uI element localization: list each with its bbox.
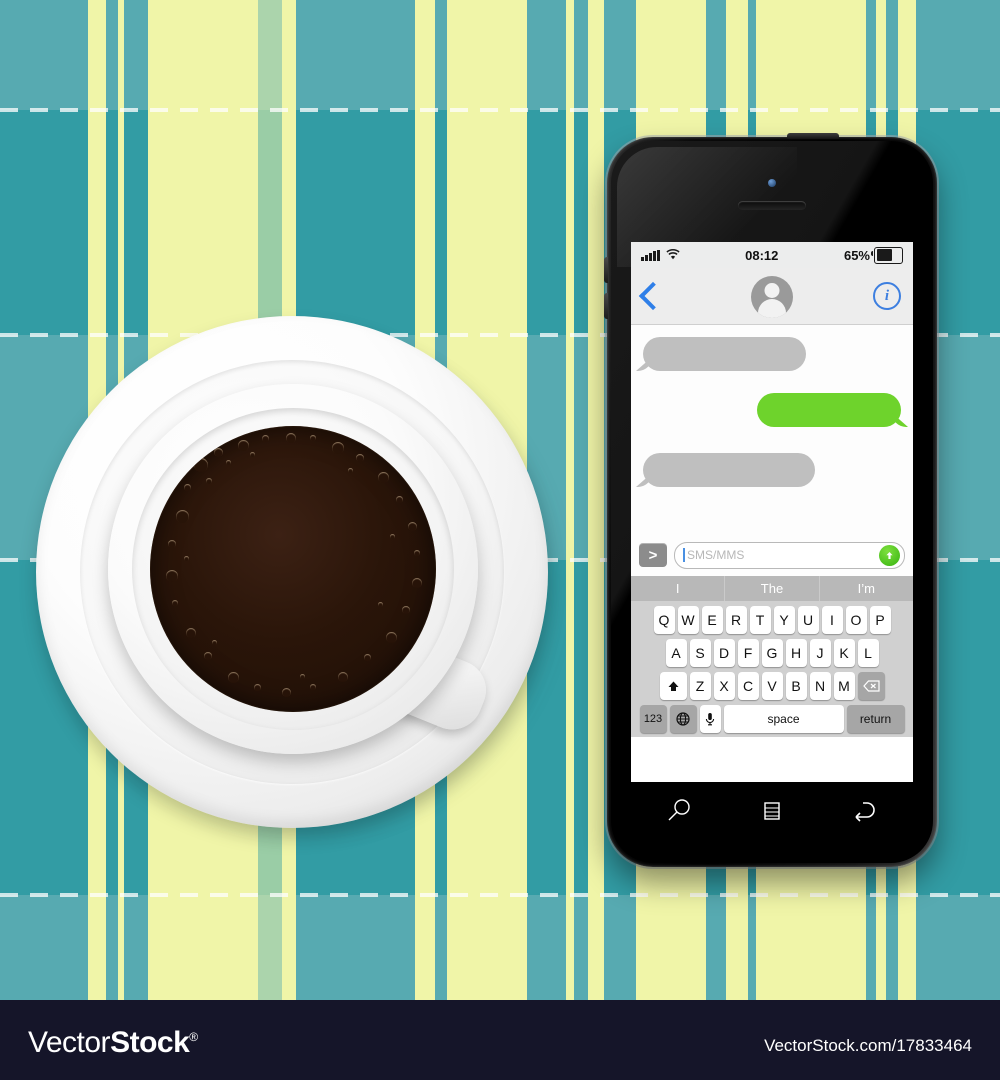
avatar[interactable] bbox=[751, 276, 793, 318]
crema-ring bbox=[150, 426, 436, 712]
plaid-dash-line bbox=[0, 108, 1000, 112]
key-q[interactable]: Q bbox=[653, 606, 675, 634]
volume-up-button[interactable] bbox=[604, 257, 608, 283]
key-r[interactable]: R bbox=[725, 606, 747, 634]
key-t[interactable]: T bbox=[749, 606, 771, 634]
scene-root: 08:12 65% i > SMS/MMS I The I’m Q W E R … bbox=[0, 0, 1000, 1080]
return-key[interactable]: return bbox=[846, 705, 905, 733]
key-c[interactable]: C bbox=[737, 672, 759, 700]
message-bubble-outgoing bbox=[757, 393, 901, 427]
key-z[interactable]: Z bbox=[689, 672, 711, 700]
brand-mark: ® bbox=[189, 1030, 198, 1044]
key-y[interactable]: Y bbox=[773, 606, 795, 634]
key-g[interactable]: G bbox=[761, 639, 783, 667]
hardware-nav-bar bbox=[631, 787, 913, 835]
numeric-key[interactable]: 123 bbox=[639, 705, 667, 733]
plaid-stripe bbox=[566, 0, 574, 1000]
signal-bars-icon bbox=[641, 249, 660, 261]
coffee-cup-group bbox=[22, 300, 562, 840]
menu-icon[interactable] bbox=[761, 799, 783, 823]
key-p[interactable]: P bbox=[869, 606, 891, 634]
message-bubble-incoming bbox=[643, 337, 806, 371]
keyboard-row-3: Z X C V B N M bbox=[631, 667, 913, 700]
prediction-3[interactable]: I’m bbox=[818, 576, 913, 601]
phone-screen: 08:12 65% i > SMS/MMS I The I’m Q W E R … bbox=[631, 242, 913, 782]
status-time: 08:12 bbox=[745, 247, 779, 263]
power-button[interactable] bbox=[787, 133, 839, 139]
key-u[interactable]: U bbox=[797, 606, 819, 634]
predictive-text-row: I The I’m bbox=[631, 576, 913, 601]
virtual-keyboard: I The I’m Q W E R T Y U I O P A S D F G … bbox=[631, 576, 913, 737]
battery-percent: 65% bbox=[843, 247, 870, 263]
info-icon[interactable]: i bbox=[873, 282, 901, 310]
key-k[interactable]: K bbox=[833, 639, 855, 667]
key-o[interactable]: O bbox=[845, 606, 867, 634]
key-a[interactable]: A bbox=[665, 639, 687, 667]
smartphone: 08:12 65% i > SMS/MMS I The I’m Q W E R … bbox=[604, 133, 937, 867]
key-l[interactable]: L bbox=[857, 639, 879, 667]
status-bar: 08:12 65% bbox=[631, 242, 913, 268]
watermark-footer: VectorStock® VectorStock.com/17833464 bbox=[0, 1000, 1000, 1080]
shift-key[interactable] bbox=[659, 672, 687, 700]
plaid-stripe bbox=[588, 0, 604, 1000]
earpiece-speaker bbox=[738, 201, 806, 210]
prediction-2[interactable]: The bbox=[724, 576, 818, 601]
message-bubble-incoming bbox=[643, 453, 815, 487]
key-h[interactable]: H bbox=[785, 639, 807, 667]
avatar-body-icon bbox=[758, 299, 786, 318]
avatar-head-icon bbox=[764, 283, 780, 298]
key-m[interactable]: M bbox=[833, 672, 855, 700]
key-n[interactable]: N bbox=[809, 672, 831, 700]
brand-prefix: Vector bbox=[28, 1026, 111, 1059]
key-j[interactable]: J bbox=[809, 639, 831, 667]
back-icon[interactable] bbox=[850, 799, 880, 823]
volume-down-button[interactable] bbox=[604, 293, 608, 319]
keyboard-row-2: A S D F G H J K L bbox=[631, 634, 913, 667]
plaid-dash-line bbox=[0, 893, 1000, 897]
back-chevron-icon[interactable] bbox=[638, 281, 668, 311]
key-i[interactable]: I bbox=[821, 606, 843, 634]
keyboard-row-1: Q W E R T Y U I O P bbox=[631, 601, 913, 634]
search-icon[interactable] bbox=[664, 798, 694, 824]
backspace-key[interactable] bbox=[857, 672, 885, 700]
text-caret bbox=[683, 548, 685, 562]
microphone-icon[interactable] bbox=[699, 705, 721, 733]
key-w[interactable]: W bbox=[677, 606, 699, 634]
key-v[interactable]: V bbox=[761, 672, 783, 700]
keyboard-row-4: 123 space return bbox=[631, 700, 913, 733]
key-e[interactable]: E bbox=[701, 606, 723, 634]
key-s[interactable]: S bbox=[689, 639, 711, 667]
chat-nav-bar: i bbox=[631, 268, 913, 325]
conversation-list bbox=[631, 325, 913, 538]
wifi-icon bbox=[665, 248, 680, 263]
sms-placeholder: SMS/MMS bbox=[687, 548, 745, 562]
key-f[interactable]: F bbox=[737, 639, 759, 667]
prediction-1[interactable]: I bbox=[631, 576, 724, 601]
sms-input-field[interactable]: SMS/MMS bbox=[674, 541, 905, 569]
send-button[interactable] bbox=[879, 544, 900, 566]
coffee-liquid bbox=[150, 426, 436, 712]
globe-icon[interactable] bbox=[669, 705, 697, 733]
key-b[interactable]: B bbox=[785, 672, 807, 700]
front-camera-icon bbox=[768, 179, 776, 187]
attachment-button[interactable]: > bbox=[639, 543, 667, 567]
message-input-bar: > SMS/MMS bbox=[631, 538, 913, 576]
brand-suffix: Stock bbox=[110, 1026, 190, 1059]
vectorstock-url: VectorStock.com/17833464 bbox=[764, 1036, 972, 1055]
key-x[interactable]: X bbox=[713, 672, 735, 700]
vectorstock-logo: VectorStock® bbox=[28, 1026, 198, 1060]
battery-icon bbox=[871, 246, 903, 264]
key-d[interactable]: D bbox=[713, 639, 735, 667]
space-key[interactable]: space bbox=[723, 705, 844, 733]
